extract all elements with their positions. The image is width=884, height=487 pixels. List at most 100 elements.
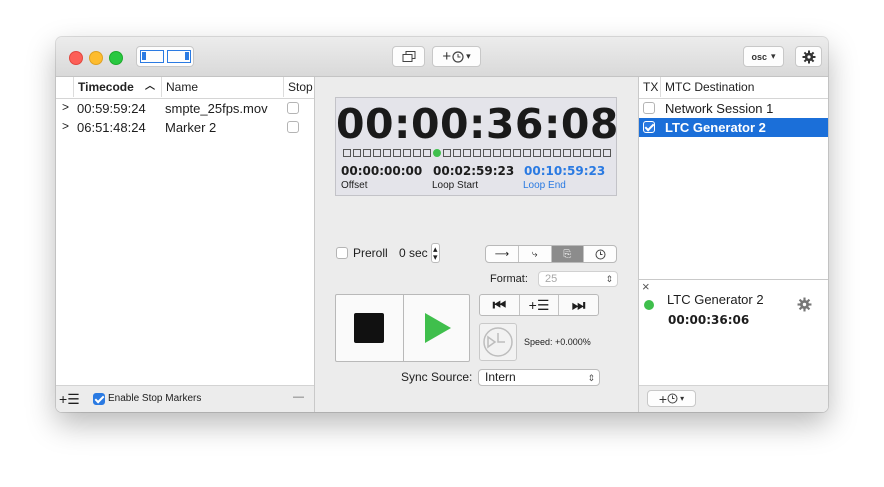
destinations-panel: TX MTC Destination Network Session 1 LTC… <box>638 77 828 412</box>
mode-segmented-control: ⟶ ⤷ ⎘ <box>485 245 617 263</box>
table-row[interactable]: > 06:51:48:24 Marker 2 <box>56 118 314 137</box>
chase-icon: ⤷ <box>531 248 538 260</box>
name-column-header[interactable]: Name <box>162 77 284 97</box>
mode-chase-button[interactable]: ⤷ <box>519 246 552 262</box>
preroll-checkbox[interactable] <box>336 247 348 259</box>
sync-source-select[interactable]: Intern ⇕ <box>478 369 600 386</box>
gear-icon[interactable] <box>797 297 812 312</box>
frame-tick <box>483 149 491 157</box>
loop-end-label: Loop End <box>523 180 566 191</box>
navigation-buttons: ⏮ +☰ ⏭ <box>479 294 599 316</box>
frame-indicator-active <box>433 149 441 157</box>
mode-loop-button[interactable]: ⎘ <box>551 246 585 262</box>
format-select[interactable]: 25 ⇕ <box>538 271 618 287</box>
loop-start-value[interactable]: 00:02:59:23 <box>433 164 514 178</box>
markers-panel: Timecode ︿ Name Stop > 00:59:59:24 smpte… <box>56 77 315 412</box>
name-header-label: Name <box>166 80 199 94</box>
gear-icon <box>802 50 815 63</box>
list-item[interactable]: Network Session 1 <box>639 99 828 118</box>
detail-name: LTC Generator 2 <box>667 292 764 307</box>
frame-tick <box>543 149 551 157</box>
stop-column-header[interactable]: Stop <box>284 77 314 97</box>
timecode-column-header[interactable]: Timecode ︿ <box>74 77 162 97</box>
duplicate-window-button[interactable] <box>392 46 425 67</box>
frame-tick <box>363 149 371 157</box>
add-timer-button[interactable]: + ▾ <box>432 46 481 67</box>
clock-play-icon <box>483 327 513 357</box>
frame-tick <box>533 149 541 157</box>
chevron-down-icon: ▾ <box>770 51 776 61</box>
clock-sync-button[interactable] <box>479 323 517 361</box>
stop-icon <box>354 313 384 343</box>
remove-marker-button[interactable]: — <box>293 391 304 403</box>
timecode-header-label: Timecode <box>78 80 134 94</box>
loop-end-value[interactable]: 00:10:59:23 <box>524 164 605 178</box>
frame-tick <box>403 149 411 157</box>
tx-checkbox[interactable] <box>643 121 655 133</box>
frame-tick <box>443 149 451 157</box>
markers-footer: +☰ Enable Stop Markers — <box>56 385 314 412</box>
frame-tick <box>423 149 431 157</box>
mtc-destination-header-label: MTC Destination <box>665 80 755 94</box>
row-timecode: 06:51:48:24 <box>77 120 146 135</box>
clock-icon <box>667 393 678 404</box>
right-panel-toggle-icon[interactable] <box>166 50 191 63</box>
loop-start-label: Loop Start <box>432 180 479 191</box>
list-item[interactable]: LTC Generator 2 <box>639 118 828 137</box>
detail-timecode: 00:00:36:06 <box>668 313 750 327</box>
mode-forward-button[interactable]: ⟶ <box>486 246 519 262</box>
play-button[interactable] <box>404 295 469 361</box>
row-stop-checkbox[interactable] <box>287 102 299 114</box>
tx-column-header[interactable]: TX <box>639 77 661 97</box>
frame-tick <box>553 149 561 157</box>
transport-panel: 00:00:36:08 00:00:00:00 Offset 00:02:59:… <box>315 77 638 412</box>
markers-table-header: Timecode ︿ Name Stop <box>56 77 314 99</box>
stop-button[interactable] <box>336 295 404 361</box>
row-name: smpte_25fps.mov <box>165 101 268 116</box>
add-marker-button[interactable]: +☰ <box>59 391 80 408</box>
table-row[interactable]: > 00:59:59:24 smpte_25fps.mov <box>56 99 314 118</box>
stop-header-label: Stop <box>288 80 313 94</box>
go-to-start-button[interactable]: ⏮ <box>480 295 520 315</box>
preroll-stepper[interactable]: ▴ ▾ <box>431 243 440 263</box>
tx-header-label: TX <box>643 80 659 94</box>
close-window-button[interactable] <box>69 51 83 65</box>
mode-clock-button[interactable] <box>584 246 616 262</box>
frame-tick <box>463 149 471 157</box>
frame-tick <box>453 149 461 157</box>
frame-indicator <box>343 149 611 160</box>
add-marker-list-button[interactable]: +☰ <box>520 295 560 315</box>
status-indicator <box>644 300 654 310</box>
left-panel-toggle-icon[interactable] <box>139 50 164 63</box>
frame-tick <box>583 149 591 157</box>
speed-readout: Speed: +0.000% <box>524 337 591 347</box>
main-timecode: 00:00:36:08 <box>336 100 619 148</box>
zoom-window-button[interactable] <box>109 51 123 65</box>
settings-button[interactable] <box>795 46 822 67</box>
row-name: Marker 2 <box>165 120 217 135</box>
minimize-window-button[interactable] <box>89 51 103 65</box>
destination-name: Network Session 1 <box>665 101 774 116</box>
osc-menu-button[interactable]: osc ▾ <box>743 46 784 67</box>
expand-column-header <box>56 77 74 97</box>
close-detail-button[interactable]: × <box>642 279 650 294</box>
chevron-down-icon: ▾ <box>466 51 471 61</box>
go-to-end-button[interactable]: ⏭ <box>559 295 598 315</box>
offset-value[interactable]: 00:00:00:00 <box>341 164 422 178</box>
add-destination-button[interactable]: + ▾ <box>647 390 696 407</box>
frame-tick <box>413 149 421 157</box>
skip-forward-icon: ⏭ <box>571 296 586 314</box>
tx-checkbox[interactable] <box>643 102 655 114</box>
destinations-table-header: TX MTC Destination <box>639 77 828 99</box>
offset-label: Offset <box>341 180 368 191</box>
destination-detail: × LTC Generator 2 00:00:36:06 <box>639 279 828 387</box>
preroll-value[interactable]: 0 sec <box>399 246 428 260</box>
enable-stop-markers-checkbox[interactable] <box>93 393 105 405</box>
destinations-footer: + ▾ <box>639 385 828 412</box>
disclosure-chevron-icon[interactable]: > <box>62 119 69 133</box>
destination-name: LTC Generator 2 <box>665 120 766 135</box>
disclosure-chevron-icon[interactable]: > <box>62 100 69 114</box>
row-stop-checkbox[interactable] <box>287 121 299 133</box>
mtc-destination-column-header[interactable]: MTC Destination <box>661 77 828 97</box>
row-timecode: 00:59:59:24 <box>77 101 146 116</box>
